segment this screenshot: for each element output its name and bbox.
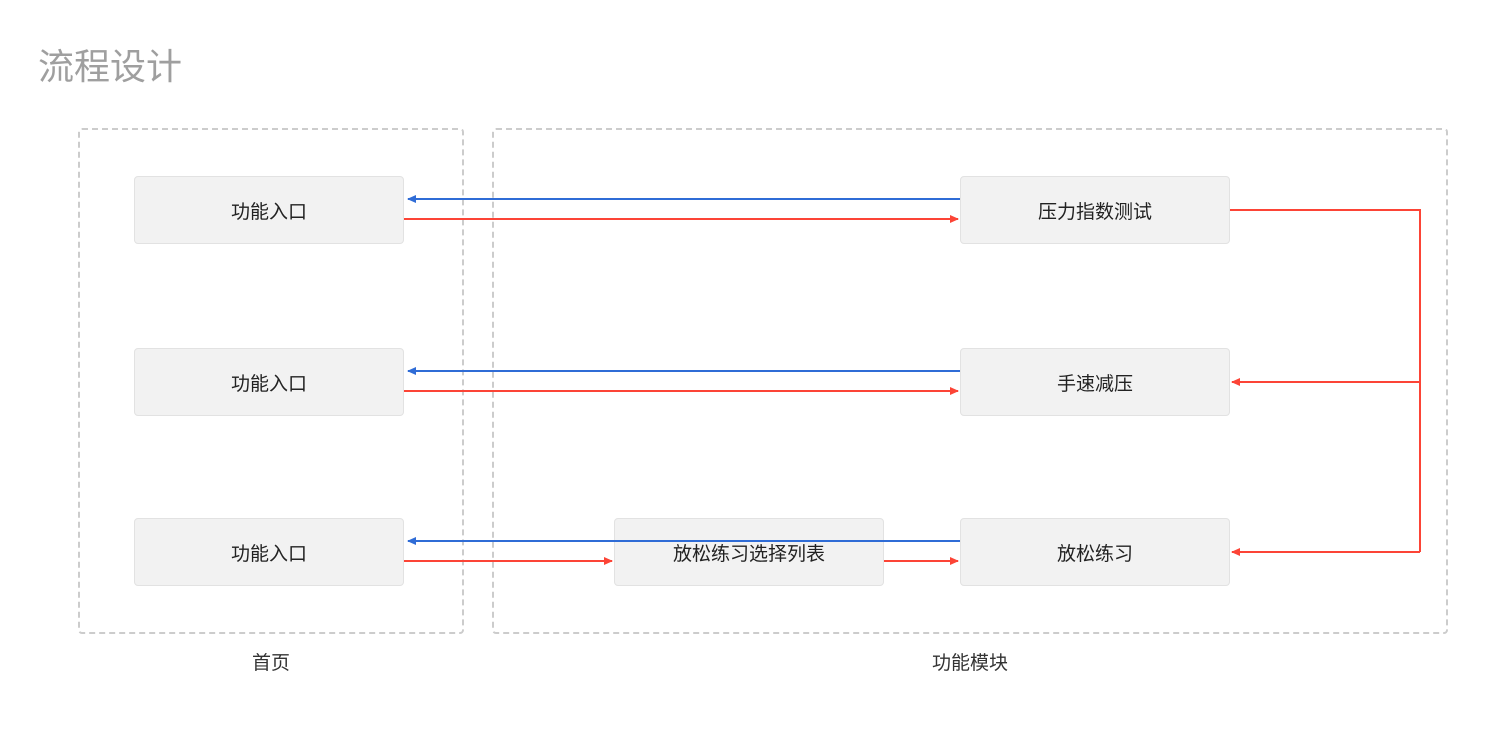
node-stress-test: 压力指数测试 (960, 176, 1230, 244)
node-entry2: 功能入口 (134, 348, 404, 416)
group-modules-label: 功能模块 (492, 648, 1448, 675)
node-relax: 放松练习 (960, 518, 1230, 586)
diagram-canvas: 首页 功能模块 功能入口 功能入口 功能入口 压力指数测试 手速减压 放松练习选… (0, 0, 1504, 732)
node-relax-list: 放松练习选择列表 (614, 518, 884, 586)
node-entry3: 功能入口 (134, 518, 404, 586)
node-entry1: 功能入口 (134, 176, 404, 244)
node-hand-speed: 手速减压 (960, 348, 1230, 416)
group-home-label: 首页 (78, 648, 464, 675)
